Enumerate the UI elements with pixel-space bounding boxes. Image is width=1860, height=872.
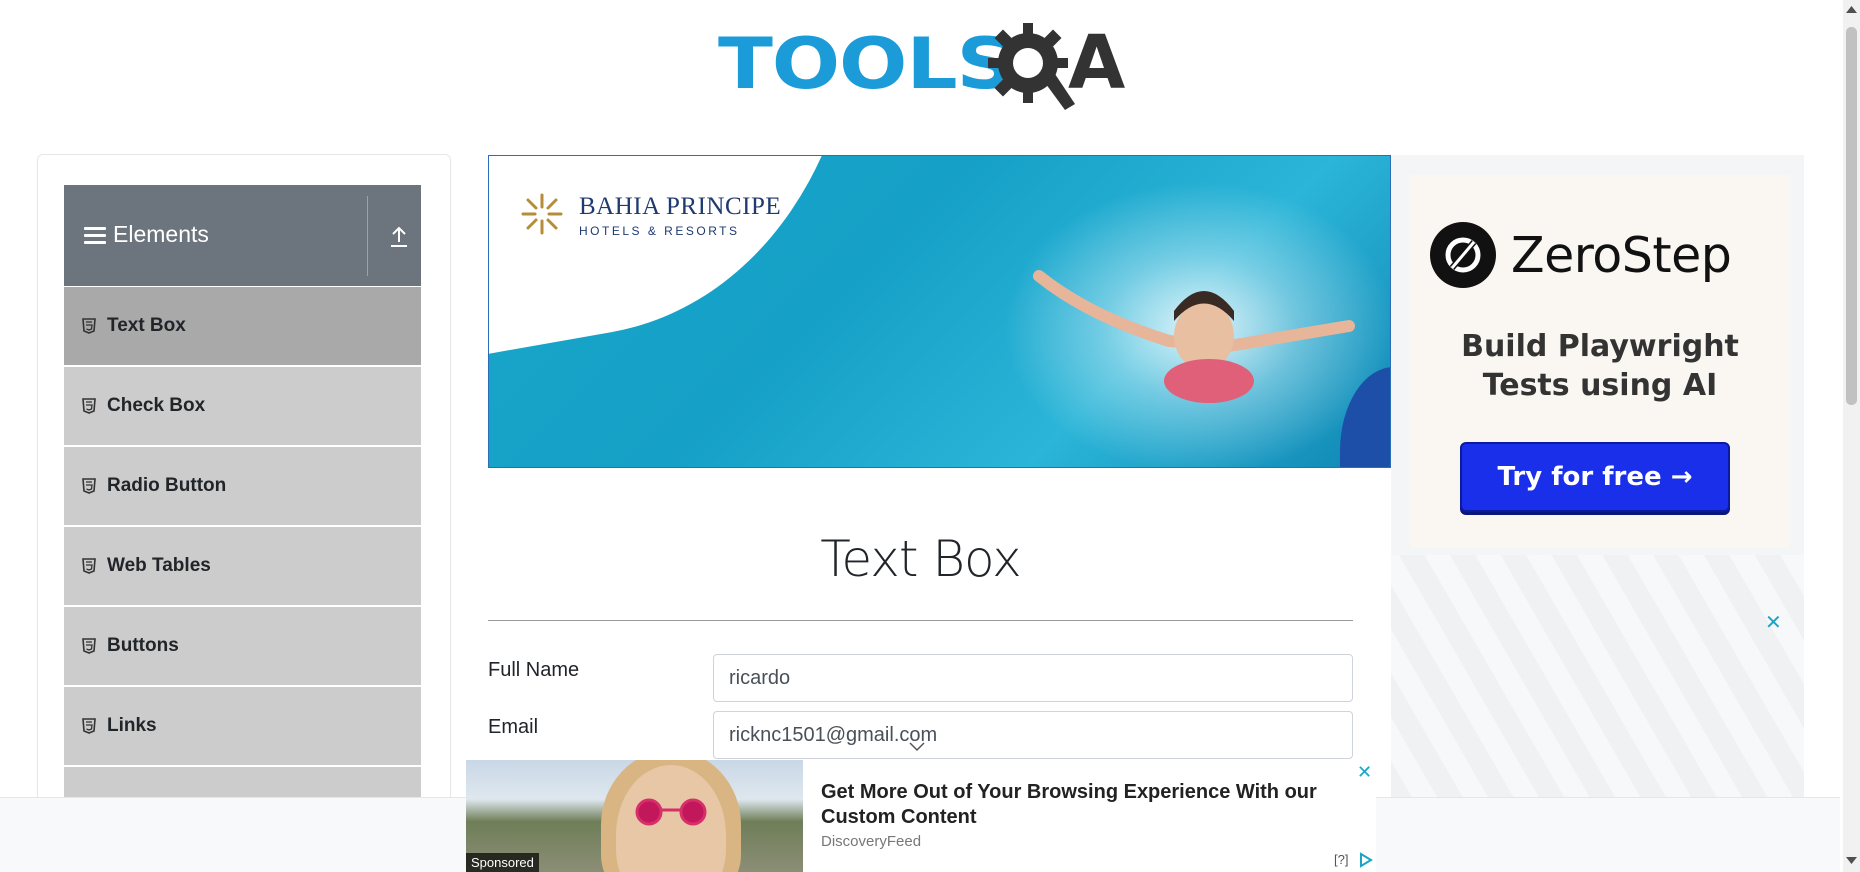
email-input[interactable] bbox=[713, 711, 1353, 759]
sidebar-group-elements[interactable]: Elements bbox=[64, 185, 421, 286]
sidebar-item-label: Buttons bbox=[107, 635, 179, 656]
sponsored-headline[interactable]: Get More Out of Your Browsing Experience… bbox=[821, 780, 1341, 830]
menu-icon bbox=[84, 227, 106, 245]
try-for-free-button[interactable]: Try for free → bbox=[1460, 442, 1730, 512]
sponsored-image: Sponsored bbox=[466, 760, 803, 872]
swimmer-image bbox=[1033, 270, 1355, 403]
banner-ad[interactable]: BAHIA PRINCIPE HOTELS & RESORTS bbox=[488, 155, 1391, 468]
zerostep-name: ZeroStep bbox=[1511, 227, 1732, 284]
ad-help-link[interactable]: [?] bbox=[1334, 852, 1348, 867]
zerostep-tagline: Build Playwright Tests using AI bbox=[1410, 327, 1790, 405]
sidebar-item-label: Text Box bbox=[107, 315, 186, 336]
title-divider bbox=[488, 620, 1353, 621]
sidebar-item-check-box[interactable]: Check Box bbox=[64, 367, 421, 446]
sunglasses-icon bbox=[635, 798, 707, 826]
page-title: Text Box bbox=[820, 530, 1021, 588]
html5-icon bbox=[82, 398, 96, 414]
sidebar-item-label: Web Tables bbox=[107, 555, 211, 576]
sponsored-close-icon[interactable]: ✕ bbox=[1357, 762, 1372, 783]
sidebar-item-label: Links bbox=[107, 715, 157, 736]
sponsored-label: Sponsored bbox=[466, 853, 539, 872]
ad-pattern bbox=[1391, 555, 1804, 805]
logo-suffix: A bbox=[1068, 20, 1126, 106]
ad-close-icon[interactable]: ✕ bbox=[1765, 610, 1782, 635]
sidebar-item-label: Radio Button bbox=[107, 475, 227, 496]
html5-icon bbox=[82, 718, 96, 734]
sidebar-group-title: Elements bbox=[113, 221, 209, 247]
banner-brand: BAHIA PRINCIPE bbox=[579, 193, 782, 220]
sidebar-item-text-box[interactable]: Text Box bbox=[64, 287, 421, 366]
sponsored-ad[interactable]: Sponsored Get More Out of Your Browsing … bbox=[466, 760, 1376, 872]
full-name-input[interactable] bbox=[713, 654, 1353, 702]
tagline-line-2: Tests using AI bbox=[1482, 368, 1718, 403]
banner-brand-sub: HOTELS & RESORTS bbox=[579, 224, 740, 238]
sponsored-source: DiscoveryFeed bbox=[821, 833, 922, 850]
scroll-down-arrow-icon[interactable] bbox=[1845, 856, 1858, 866]
html5-icon bbox=[82, 478, 96, 494]
full-name-label: Full Name bbox=[488, 659, 580, 681]
adchoices-icon[interactable] bbox=[1359, 852, 1373, 868]
scroll-up-arrow-icon[interactable] bbox=[1845, 4, 1858, 14]
html5-icon bbox=[82, 558, 96, 574]
collapse-up-icon[interactable] bbox=[388, 225, 410, 249]
html5-icon bbox=[82, 638, 96, 654]
sidebar-item-buttons[interactable]: Buttons bbox=[64, 607, 421, 686]
sidebar-item-web-tables[interactable]: Web Tables bbox=[64, 527, 421, 606]
tagline-line-1: Build Playwright bbox=[1461, 329, 1739, 364]
zerostep-logo-icon bbox=[1430, 222, 1496, 288]
sidebar-item-radio-button[interactable]: Radio Button bbox=[64, 447, 421, 526]
chevron-down-icon[interactable] bbox=[909, 742, 925, 752]
sidebar-item-links[interactable]: Links bbox=[64, 687, 421, 766]
header-divider bbox=[367, 196, 368, 276]
zerostep-ad[interactable]: ZeroStep Build Playwright Tests using AI… bbox=[1410, 175, 1790, 548]
bahia-principe-logo-icon bbox=[521, 193, 563, 235]
scrollbar-thumb[interactable] bbox=[1846, 27, 1857, 405]
sidebar-item-label: Check Box bbox=[107, 395, 206, 416]
email-label: Email bbox=[488, 716, 539, 738]
logo-text: TOOLS bbox=[718, 23, 1014, 105]
toolsqa-logo[interactable]: TOOLS A bbox=[718, 14, 1128, 114]
html5-icon bbox=[82, 318, 96, 334]
banner-white-panel bbox=[489, 156, 919, 369]
